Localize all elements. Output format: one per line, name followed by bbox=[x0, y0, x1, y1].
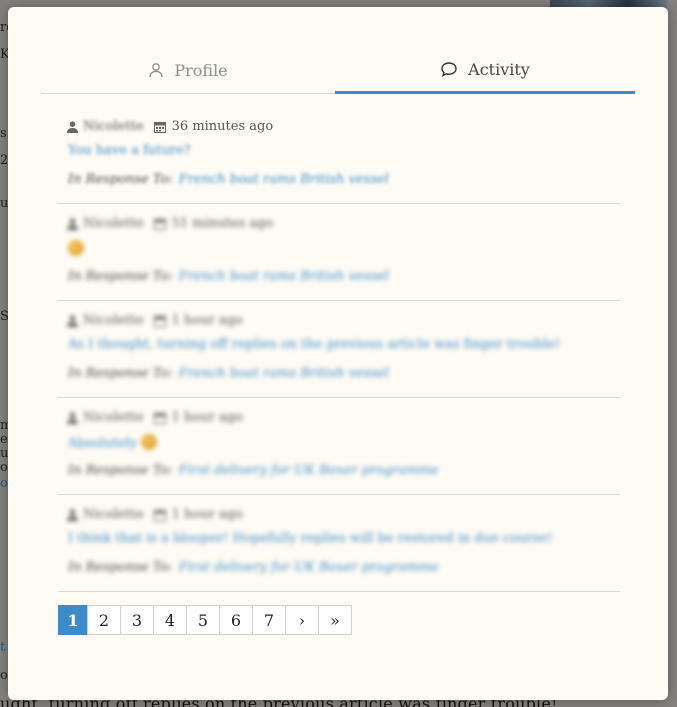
activity-message[interactable]: You have a future? bbox=[68, 143, 191, 158]
timestamp: 51 minutes ago bbox=[171, 216, 274, 231]
last-page-button[interactable]: » bbox=[318, 605, 352, 635]
calendar-icon bbox=[153, 315, 166, 327]
response-label: In Response To: bbox=[68, 172, 173, 187]
background-text-fragment: e bbox=[0, 432, 8, 447]
activity-entry: Nicolette 1 hour ago Absolutely In Respo… bbox=[58, 398, 620, 495]
activity-entry: Nicolette 1 hour ago I think that is a b… bbox=[58, 495, 620, 592]
timestamp: 1 hour ago bbox=[171, 507, 243, 522]
timestamp: 36 minutes ago bbox=[171, 119, 274, 134]
user-icon bbox=[67, 120, 78, 133]
username[interactable]: Nicolette bbox=[83, 410, 144, 425]
username[interactable]: Nicolette bbox=[83, 216, 144, 231]
page-button-1[interactable]: 1 bbox=[58, 605, 88, 635]
calendar-icon bbox=[153, 121, 166, 133]
tab-profile-label: Profile bbox=[174, 60, 228, 80]
activity-entry: Nicolette 36 minutes ago You have a futu… bbox=[58, 107, 620, 204]
page-button-4[interactable]: 4 bbox=[153, 605, 187, 635]
calendar-icon bbox=[153, 218, 166, 230]
response-label: In Response To: bbox=[68, 269, 173, 284]
pagination: 1 2 3 4 5 6 7 › » bbox=[58, 605, 352, 635]
background-text-fragment: o bbox=[0, 668, 8, 683]
background-text-fragment: o bbox=[0, 476, 8, 491]
username[interactable]: Nicolette bbox=[83, 507, 144, 522]
user-icon bbox=[67, 508, 78, 521]
page-button-2[interactable]: 2 bbox=[87, 605, 121, 635]
next-page-button[interactable]: › bbox=[285, 605, 319, 635]
username[interactable]: Nicolette bbox=[83, 313, 144, 328]
emoji-icon bbox=[141, 434, 158, 450]
background-text-fragment: o bbox=[0, 460, 8, 475]
username[interactable]: Nicolette bbox=[83, 119, 144, 134]
activity-entry: Nicolette 1 hour ago As I thought, turni… bbox=[58, 301, 620, 398]
tab-bar: Profile Activity bbox=[41, 47, 635, 94]
activity-message: Absolutely bbox=[68, 436, 138, 451]
tab-activity-label: Activity bbox=[468, 59, 530, 79]
background-text-fragment: s bbox=[0, 126, 7, 141]
response-label: In Response To: bbox=[68, 366, 173, 381]
page-button-5[interactable]: 5 bbox=[186, 605, 220, 635]
response-link[interactable]: French boat rams British vessel bbox=[179, 366, 389, 381]
user-activity-modal: Profile Activity Nicolette 36 minutes ag… bbox=[8, 7, 668, 700]
response-label: In Response To: bbox=[68, 463, 173, 478]
response-link[interactable]: French boat rams British vessel bbox=[179, 172, 389, 187]
calendar-icon bbox=[153, 412, 166, 424]
response-link[interactable]: First delivery for UK Boxer programme bbox=[179, 560, 439, 575]
response-link[interactable]: First delivery for UK Boxer programme bbox=[179, 463, 439, 478]
calendar-icon bbox=[153, 509, 166, 521]
activity-entry: Nicolette 51 minutes ago In Response To:… bbox=[58, 204, 620, 301]
activity-message[interactable] bbox=[68, 240, 84, 257]
response-link[interactable]: French boat rams British vessel bbox=[179, 269, 389, 284]
page-button-7[interactable]: 7 bbox=[252, 605, 286, 635]
user-icon bbox=[67, 314, 78, 327]
user-icon bbox=[67, 411, 78, 424]
timestamp: 1 hour ago bbox=[171, 313, 243, 328]
activity-feed: Nicolette 36 minutes ago You have a futu… bbox=[58, 107, 620, 592]
emoji-icon bbox=[68, 240, 84, 256]
page-button-3[interactable]: 3 bbox=[120, 605, 154, 635]
user-icon bbox=[67, 217, 78, 230]
activity-message[interactable]: I think that is a blooper! Hopefully rep… bbox=[68, 531, 552, 546]
background-text-fragment: t bbox=[0, 640, 6, 655]
speech-bubble-icon bbox=[441, 62, 457, 77]
response-label: In Response To: bbox=[68, 560, 173, 575]
page-button-6[interactable]: 6 bbox=[219, 605, 253, 635]
tab-profile[interactable]: Profile bbox=[41, 47, 335, 94]
timestamp: 1 hour ago bbox=[171, 410, 243, 425]
activity-message-container[interactable]: Absolutely bbox=[68, 434, 158, 451]
tab-activity[interactable]: Activity bbox=[335, 47, 635, 94]
person-icon bbox=[149, 63, 163, 78]
activity-message[interactable]: As I thought, turning off replies on the… bbox=[68, 337, 560, 352]
